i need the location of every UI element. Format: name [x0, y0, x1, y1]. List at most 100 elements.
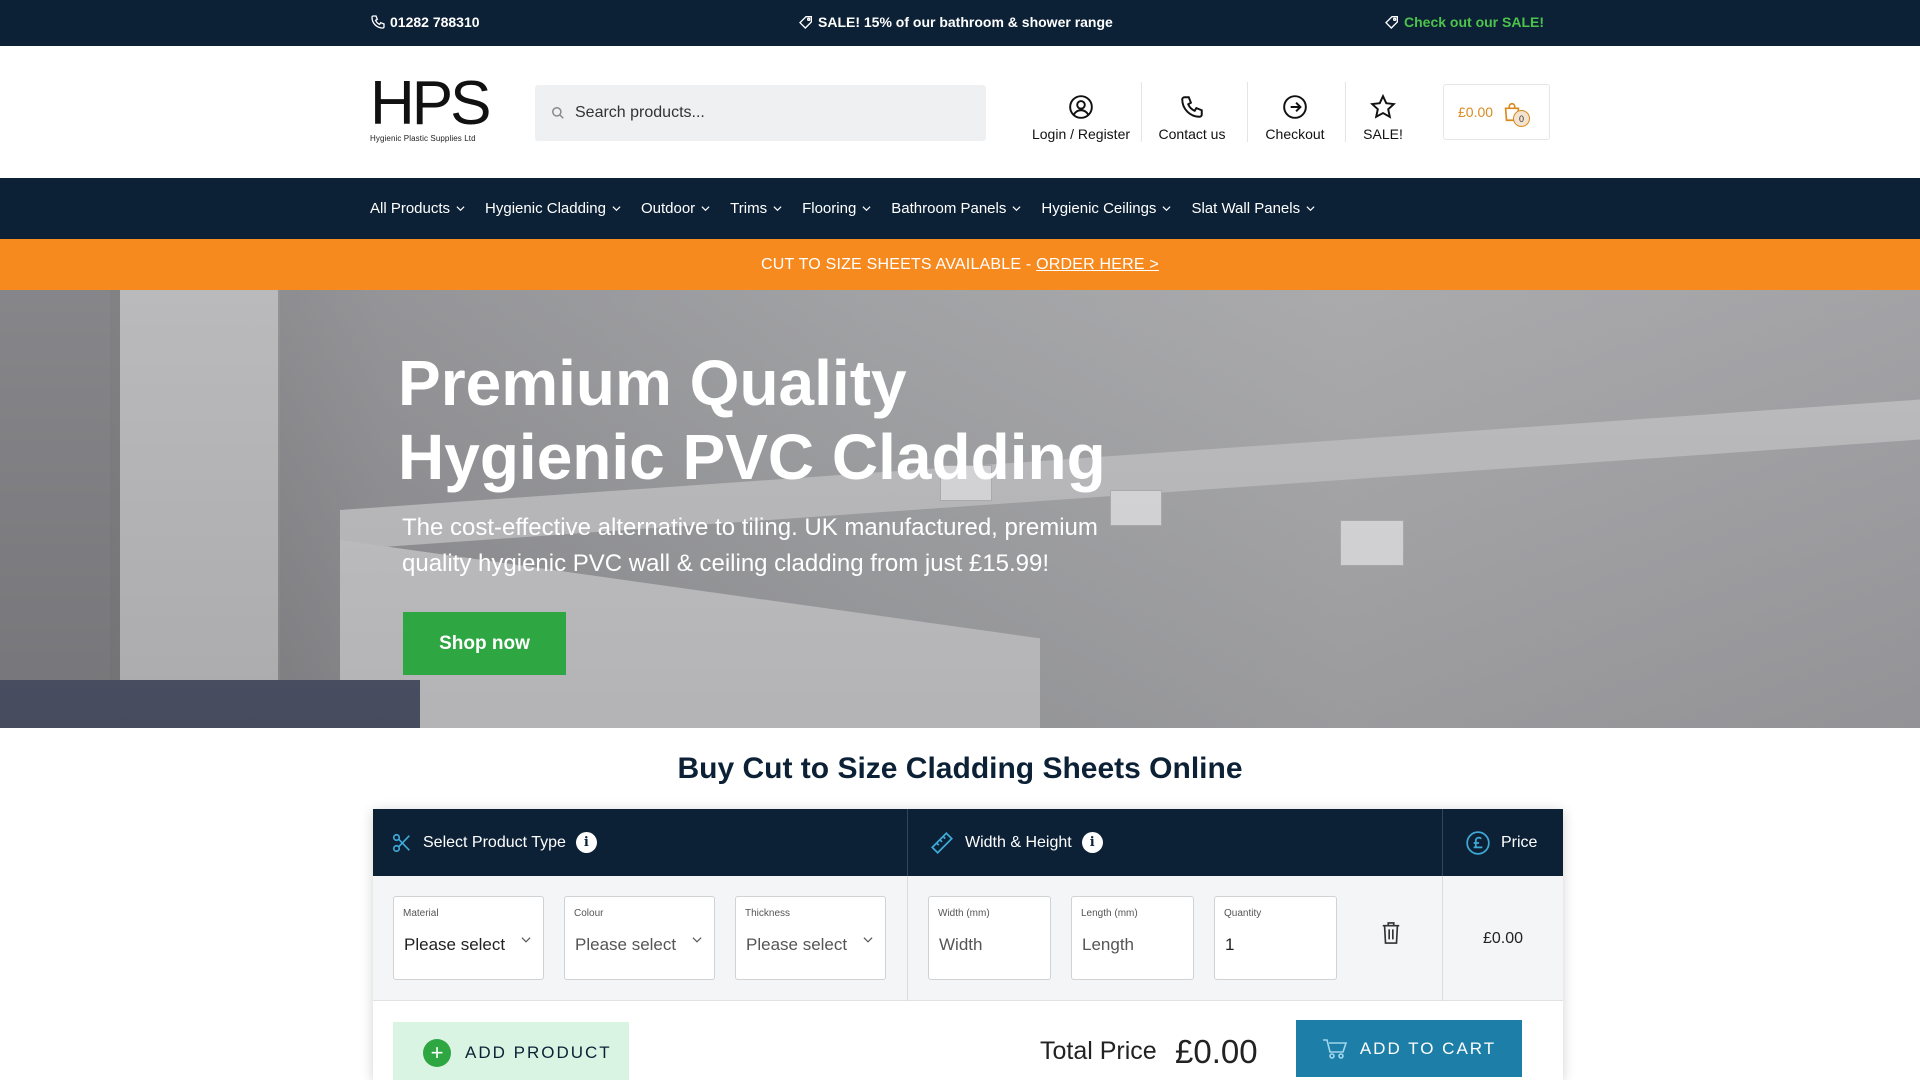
sale-label: SALE!: [1363, 126, 1403, 142]
header-divider: [1141, 82, 1142, 142]
chevron-down-icon: [1012, 206, 1021, 212]
hero-title: Premium Quality Hygienic PVC Cladding: [398, 346, 1198, 494]
nav-item-outdoor[interactable]: Outdoor: [641, 200, 710, 217]
info-icon[interactable]: i: [1081, 832, 1103, 853]
phone-link[interactable]: 01282 788310: [370, 14, 480, 30]
trash-icon[interactable]: [1380, 920, 1402, 946]
material-select[interactable]: Material Please select: [393, 896, 544, 980]
tag-icon: [1385, 16, 1398, 29]
nav-item-label: Hygienic Ceilings: [1041, 200, 1157, 217]
search-bar[interactable]: [535, 85, 986, 141]
cart-icon: [1322, 1038, 1347, 1059]
length-label: Length (mm): [1081, 908, 1138, 919]
nav-item-label: Bathroom Panels: [891, 200, 1007, 217]
phone-icon: [371, 15, 385, 29]
sale-link[interactable]: Check out our SALE!: [1384, 14, 1544, 30]
tag-icon: [799, 16, 812, 29]
site-header: HPS Hygienic Plastic Supplies Ltd Login …: [0, 46, 1920, 178]
nav-item-hygienic-cladding[interactable]: Hygienic Cladding: [485, 200, 621, 217]
calculator-footer: + ADD PRODUCT Total Price £0.00 ADD TO C…: [373, 1001, 1563, 1080]
add-product-label: ADD PRODUCT: [465, 1042, 612, 1062]
chevron-down-icon: [612, 206, 621, 212]
hero-subtitle: The cost-effective alternative to tiling…: [402, 514, 1098, 577]
banner-text: CUT TO SIZE SHEETS AVAILABLE -: [761, 256, 1037, 273]
cart-count-badge: 0: [1513, 110, 1531, 127]
chevron-down-icon: [701, 206, 710, 212]
login-label: Login / Register: [1031, 126, 1131, 142]
shop-now-button[interactable]: Shop now: [403, 612, 566, 675]
shopping-bag-icon: 0: [1501, 101, 1531, 127]
hps-logo[interactable]: HPS Hygienic Plastic Supplies Ltd: [370, 69, 491, 144]
quantity-input[interactable]: Quantity 1: [1214, 896, 1337, 980]
material-label: Material: [403, 908, 439, 919]
colour-label: Colour: [574, 908, 604, 919]
quantity-value: 1: [1225, 935, 1235, 954]
star-icon: [1370, 94, 1396, 119]
nav-item-all-products[interactable]: All Products: [370, 200, 465, 217]
chevron-down-icon: [1306, 206, 1315, 212]
checkout-label: Checkout: [1265, 126, 1325, 142]
user-icon: [1069, 95, 1093, 119]
sale-message: SALE! 15% of our bathroom & shower range: [798, 14, 1113, 30]
login-register-link[interactable]: Login / Register: [1020, 82, 1142, 142]
row-divider: [907, 876, 908, 1001]
nav-item-trims[interactable]: Trims: [730, 200, 782, 217]
nav-item-label: Trims: [730, 200, 768, 217]
width-input[interactable]: Width (mm) Width: [928, 896, 1051, 980]
chevron-down-icon: [521, 937, 531, 943]
checkout-link[interactable]: Checkout: [1256, 82, 1334, 142]
pound-circle-icon: [1466, 830, 1490, 855]
search-input[interactable]: [575, 104, 955, 122]
contact-link[interactable]: Contact us: [1150, 82, 1234, 142]
phone-number: 01282 788310: [390, 14, 480, 30]
add-to-cart-label: ADD TO CART: [1359, 1038, 1497, 1058]
thickness-label: Thickness: [745, 908, 791, 919]
price-header: Price: [1465, 809, 1537, 876]
total-price-value: £0.00: [1175, 1033, 1258, 1070]
main-navigation: All Products Hygienic Cladding Outdoor Trim…: [0, 178, 1920, 239]
header-divider: [1345, 82, 1346, 142]
sale-nav-link[interactable]: SALE!: [1354, 82, 1412, 142]
info-icon[interactable]: i: [575, 832, 597, 853]
chevron-down-icon: [692, 937, 702, 943]
calculator-row: Material Please select Colour Please sel…: [373, 876, 1563, 1001]
quantity-label: Quantity: [1224, 908, 1262, 919]
header-divider: [907, 809, 908, 876]
nav-item-slat-wall-panels[interactable]: Slat Wall Panels: [1191, 200, 1315, 217]
thickness-select[interactable]: Thickness Please select: [735, 896, 886, 980]
nav-item-label: All Products: [370, 200, 451, 217]
nav-item-bathroom-panels[interactable]: Bathroom Panels: [891, 200, 1021, 217]
add-product-button[interactable]: + ADD PRODUCT: [393, 1022, 629, 1080]
dimensions-label: Width & Height: [965, 833, 1072, 851]
nav-list: All Products Hygienic Cladding Outdoor Trim…: [370, 178, 1335, 239]
logo-subtext: Hygienic Plastic Supplies Ltd: [370, 134, 476, 143]
header-divider: [1442, 809, 1443, 876]
add-to-cart-button[interactable]: ADD TO CART: [1296, 1020, 1522, 1077]
logo-text: HPS: [370, 69, 491, 138]
nav-item-flooring[interactable]: Flooring: [802, 200, 871, 217]
chevron-down-icon: [862, 206, 871, 212]
calculator-header: Select Product Type i Width & Height i P…: [373, 809, 1563, 876]
length-placeholder: Length: [1082, 935, 1134, 954]
material-value: Please select: [404, 935, 506, 954]
cut-to-size-calculator: Select Product Type i Width & Height i P…: [373, 809, 1563, 1080]
nav-item-label: Hygienic Cladding: [485, 200, 606, 217]
hero-banner: Premium Quality Hygienic PVC Cladding Th…: [0, 290, 1920, 728]
colour-select[interactable]: Colour Please select: [564, 896, 715, 980]
length-input[interactable]: Length (mm) Length: [1071, 896, 1194, 980]
chevron-down-icon: [863, 937, 873, 943]
nav-item-hygienic-ceilings[interactable]: Hygienic Ceilings: [1041, 200, 1171, 217]
hero-title-line2: Hygienic PVC Cladding: [398, 421, 1106, 493]
width-label: Width (mm): [938, 908, 990, 919]
banner-order-link[interactable]: ORDER HERE >: [1036, 256, 1159, 273]
nav-item-label: Flooring: [802, 200, 857, 217]
cart-total: £0.00: [1458, 104, 1494, 120]
cart-button[interactable]: £0.00 0: [1443, 84, 1550, 140]
top-bar: 01282 788310 SALE! 15% of our bathroom &…: [0, 0, 1920, 46]
section-title: Buy Cut to Size Cladding Sheets Online: [677, 752, 1243, 785]
dimensions-header: Width & Height i: [929, 809, 1103, 876]
nav-item-label: Outdoor: [640, 200, 696, 217]
colour-value: Please select: [575, 935, 677, 954]
header-divider: [1247, 82, 1248, 142]
cut-to-size-banner: CUT TO SIZE SHEETS AVAILABLE - ORDER HER…: [0, 239, 1920, 290]
